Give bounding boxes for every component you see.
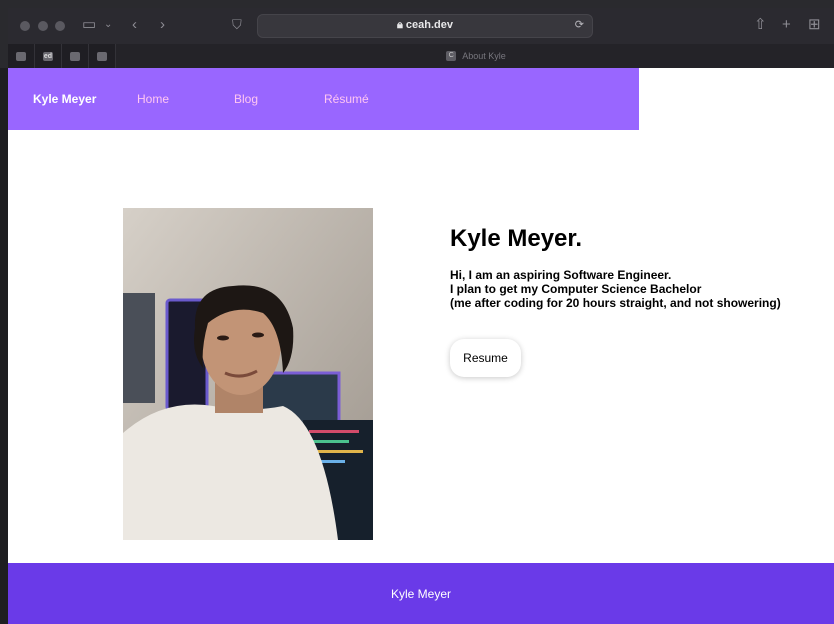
- hero-bio: Hi, I am an aspiring Software Engineer. …: [450, 268, 830, 310]
- resume-button[interactable]: Resume: [450, 339, 521, 377]
- pinned-tab[interactable]: [8, 44, 35, 68]
- footer-text: Kyle Meyer: [390, 587, 452, 601]
- browser-toolbar: ▭ ⌄ ‹ › ⛉ 🔒︎ ceah.dev ⟳ ⇧ + ⊞: [8, 8, 834, 44]
- pinned-tab[interactable]: [89, 44, 116, 68]
- web-page: Kyle Meyer Home Blog Résumé Kyle Meyer. …: [8, 68, 834, 624]
- bio-line: Hi, I am an aspiring Software Engineer.: [450, 268, 672, 282]
- address-bar[interactable]: 🔒︎ ceah.dev ⟳: [257, 14, 593, 38]
- back-icon[interactable]: ‹: [132, 16, 137, 34]
- pinned-tab[interactable]: [62, 44, 89, 68]
- close-window-button[interactable]: [20, 21, 30, 31]
- chevron-down-icon[interactable]: ⌄: [104, 16, 112, 34]
- favicon-icon: C: [446, 51, 457, 61]
- sidebar-icon[interactable]: ▭: [82, 16, 96, 34]
- share-icon[interactable]: ⇧: [754, 16, 767, 34]
- reload-icon[interactable]: ⟳: [575, 18, 584, 31]
- active-tab[interactable]: C About Kyle: [118, 44, 834, 68]
- tab-strip: ed C About Kyle: [8, 44, 834, 68]
- bio-line: (me after coding for 20 hours straight, …: [450, 296, 781, 310]
- site-footer: Kyle Meyer: [8, 563, 834, 624]
- profile-photo: [123, 208, 373, 540]
- hero-title: Kyle Meyer.: [450, 225, 583, 252]
- pinned-tab[interactable]: ed: [35, 44, 62, 68]
- site-navbar: Kyle Meyer Home Blog Résumé: [8, 68, 639, 130]
- nav-link-blog[interactable]: Blog: [234, 92, 258, 106]
- forward-icon[interactable]: ›: [160, 16, 165, 34]
- minimize-window-button[interactable]: [38, 21, 48, 31]
- shield-icon[interactable]: ⛉: [232, 16, 242, 34]
- new-tab-icon[interactable]: +: [782, 16, 791, 34]
- browser-chrome: ▭ ⌄ ‹ › ⛉ 🔒︎ ceah.dev ⟳ ⇧ + ⊞ ed C About…: [0, 0, 834, 68]
- zoom-window-button[interactable]: [55, 21, 65, 31]
- nav-link-home[interactable]: Home: [137, 92, 169, 106]
- url-label: ceah.dev: [405, 19, 453, 31]
- lock-icon: 🔒︎: [396, 19, 403, 31]
- url-text[interactable]: 🔒︎ ceah.dev: [258, 19, 592, 32]
- site-brand[interactable]: Kyle Meyer: [33, 92, 96, 106]
- tab-title: About Kyle: [462, 51, 506, 61]
- tab-overview-icon[interactable]: ⊞: [808, 16, 821, 34]
- bio-line: I plan to get my Computer Science Bachel…: [450, 282, 702, 296]
- nav-link-resume[interactable]: Résumé: [324, 92, 369, 106]
